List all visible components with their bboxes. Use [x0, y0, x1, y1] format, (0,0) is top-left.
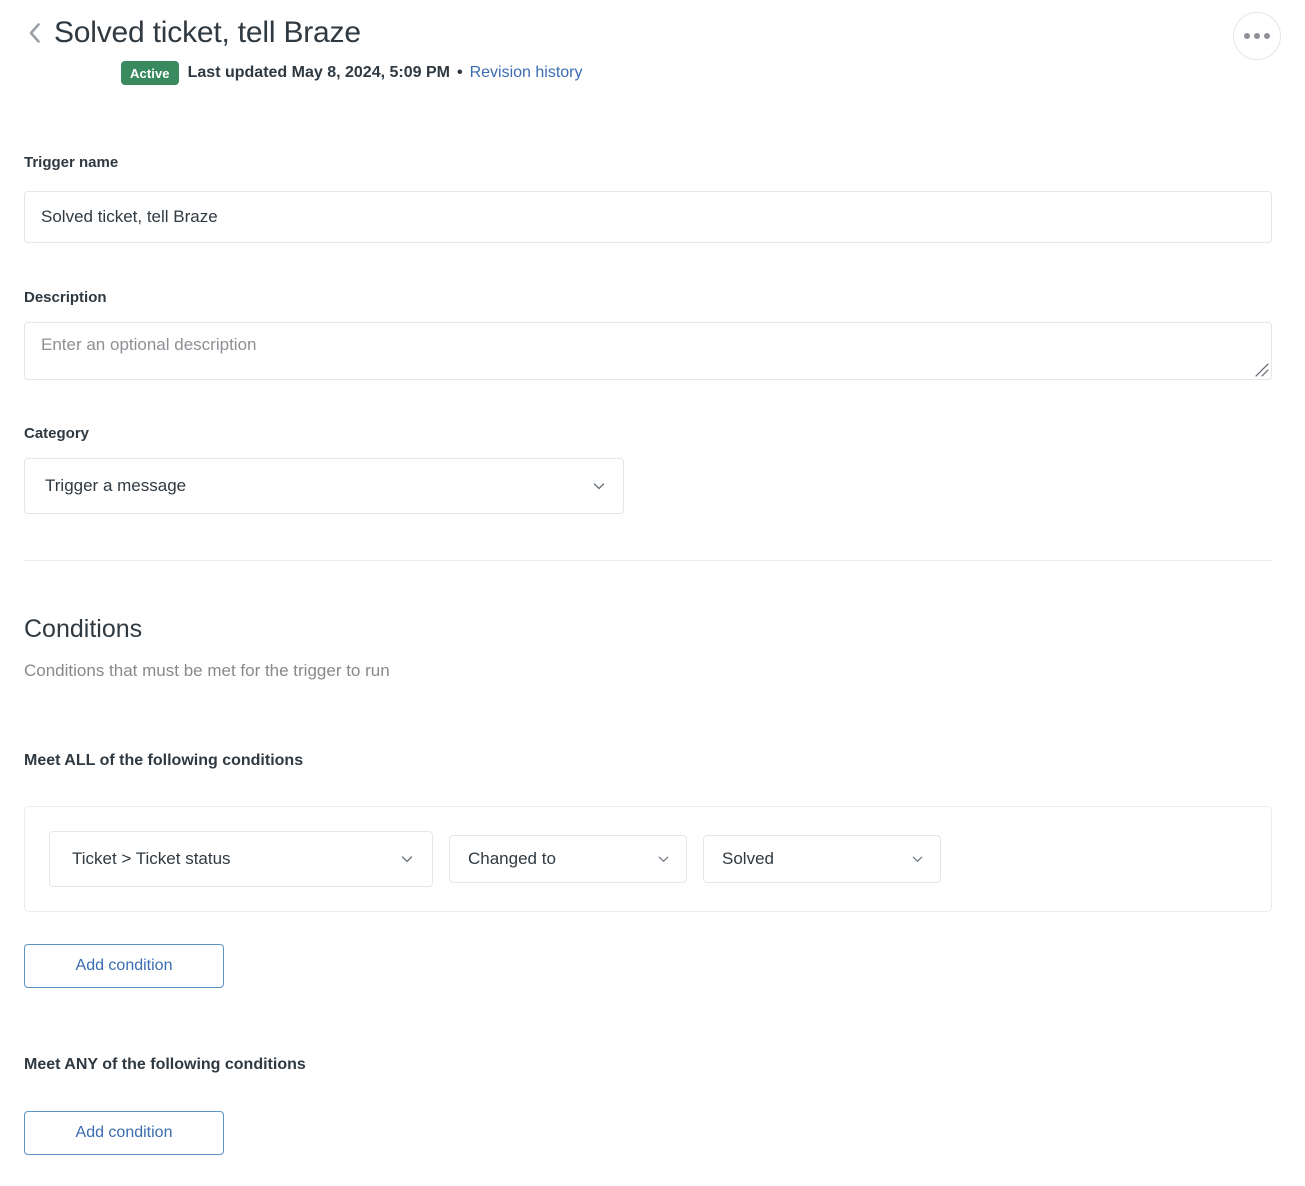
- revision-history-link[interactable]: Revision history: [470, 62, 583, 84]
- chevron-down-icon: [656, 852, 671, 867]
- trigger-name-label: Trigger name: [24, 153, 118, 173]
- description-field: Description: [24, 288, 107, 308]
- category-label: Category: [24, 424, 89, 444]
- category-select[interactable]: Trigger a message: [24, 458, 624, 514]
- meet-all-conditions-card: Ticket > Ticket status Changed to Solved: [24, 806, 1272, 912]
- add-condition-button-all[interactable]: Add condition: [24, 944, 224, 988]
- chevron-down-icon: [399, 851, 415, 867]
- condition-field-select[interactable]: Ticket > Ticket status: [49, 831, 433, 887]
- page-title: Solved ticket, tell Braze: [54, 14, 361, 52]
- category-field: Category: [24, 424, 89, 444]
- chevron-down-icon: [591, 478, 607, 494]
- meet-any-group-title: Meet ANY of the following conditions: [24, 1054, 306, 1076]
- conditions-title: Conditions: [24, 613, 142, 645]
- chevron-down-icon: [910, 852, 925, 867]
- section-divider: [24, 560, 1272, 561]
- page-header: Solved ticket, tell Braze Active Last up…: [24, 0, 1281, 85]
- trigger-name-field: Trigger name: [24, 153, 118, 173]
- add-condition-button-any[interactable]: Add condition: [24, 1111, 224, 1155]
- last-updated-text: Last updated May 8, 2024, 5:09 PM: [188, 62, 450, 84]
- trigger-name-input[interactable]: [24, 191, 1272, 243]
- description-textarea-wrap: [24, 322, 1272, 380]
- chevron-left-icon[interactable]: [24, 16, 44, 50]
- condition-operator-select[interactable]: Changed to: [449, 835, 687, 883]
- title-row: Solved ticket, tell Braze: [24, 14, 1281, 52]
- description-label: Description: [24, 288, 107, 308]
- conditions-subtitle: Conditions that must be met for the trig…: [24, 659, 390, 683]
- description-textarea[interactable]: [24, 322, 1272, 380]
- ellipsis-icon-dot-3: [1264, 33, 1270, 39]
- condition-row: Ticket > Ticket status Changed to Solved: [49, 831, 1247, 887]
- meta-separator: •: [457, 62, 463, 84]
- condition-value-select[interactable]: Solved: [703, 835, 941, 883]
- category-select-value: Trigger a message: [45, 476, 186, 496]
- more-options-button[interactable]: [1233, 12, 1281, 60]
- condition-value-value: Solved: [722, 849, 774, 869]
- trigger-editor-page: Solved ticket, tell Braze Active Last up…: [0, 0, 1305, 1186]
- header-meta-row: Active Last updated May 8, 2024, 5:09 PM…: [121, 61, 1281, 85]
- ellipsis-icon: [1244, 33, 1250, 39]
- status-badge: Active: [121, 61, 179, 85]
- ellipsis-icon-dot-2: [1254, 33, 1260, 39]
- meet-all-group-title: Meet ALL of the following conditions: [24, 750, 303, 772]
- condition-field-value: Ticket > Ticket status: [72, 849, 231, 869]
- condition-operator-value: Changed to: [468, 849, 556, 869]
